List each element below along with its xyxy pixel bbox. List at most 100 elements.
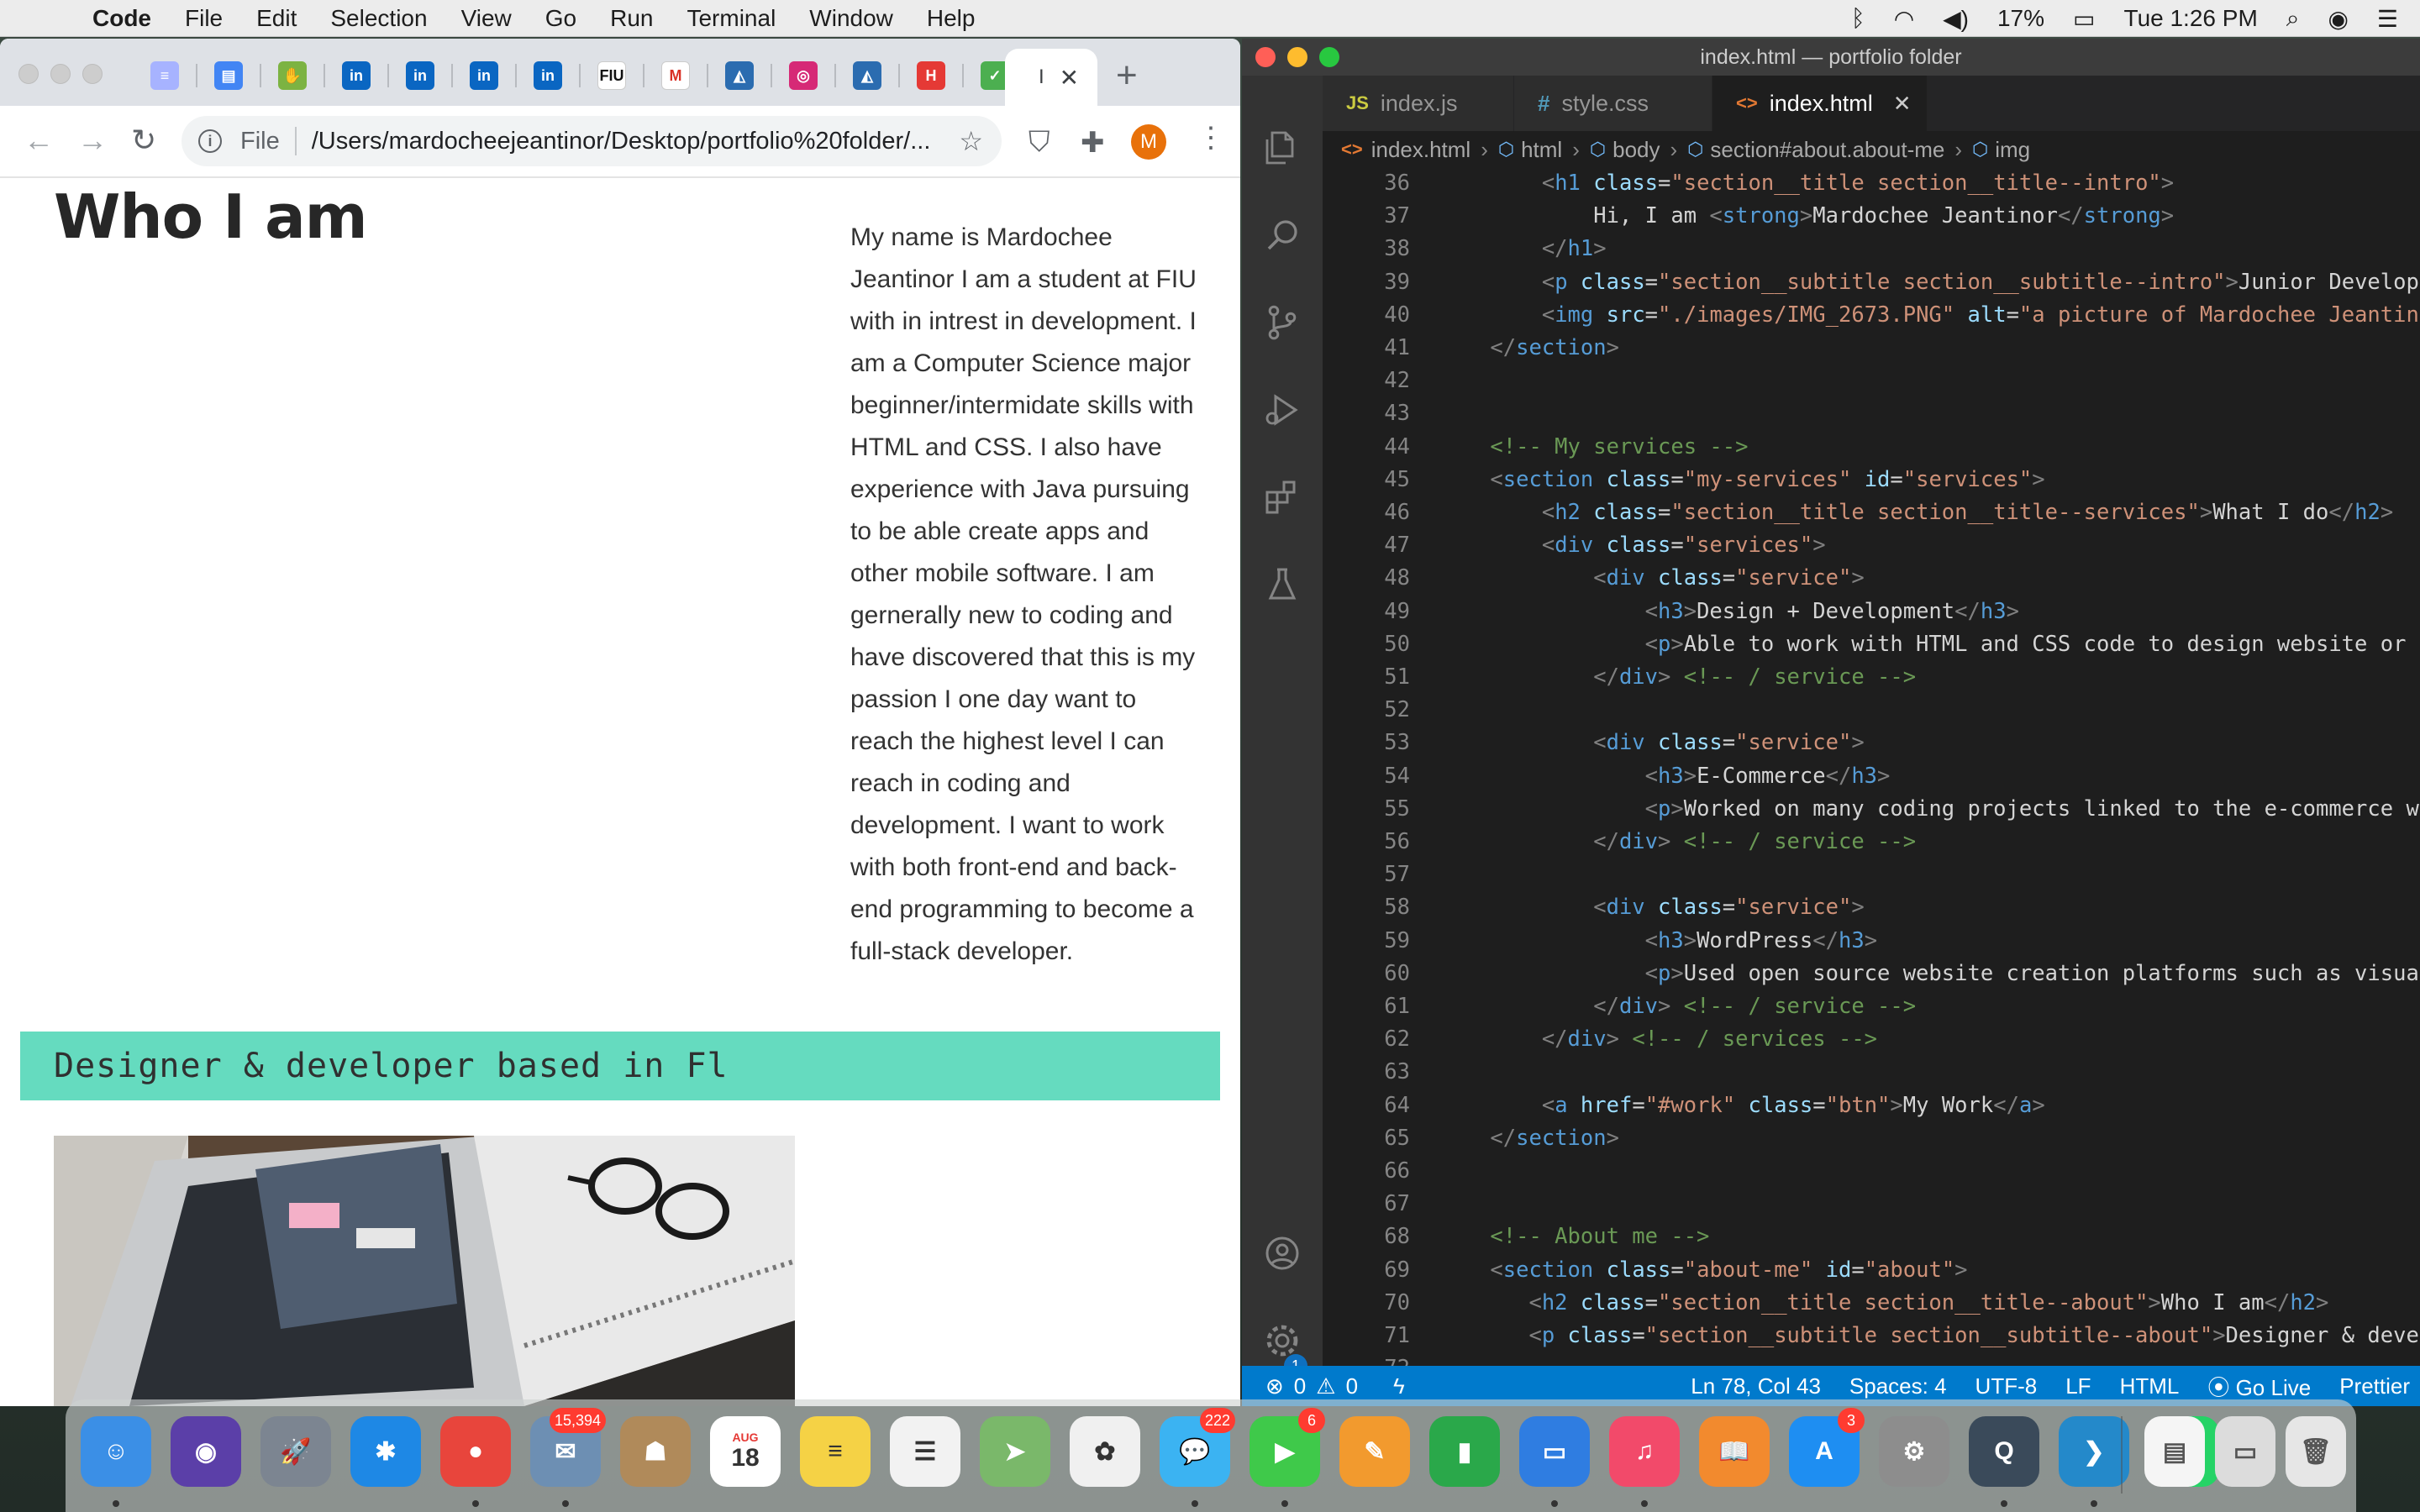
menu-terminal[interactable]: Terminal (687, 5, 776, 32)
encoding[interactable]: UTF-8 (1975, 1373, 2038, 1399)
tab-icon-linkedin-2[interactable]: in (397, 57, 453, 94)
site-info-icon[interactable]: i (198, 129, 222, 153)
breadcrumb-img[interactable]: img (1995, 137, 2030, 163)
prettier-status[interactable]: Prettier (2339, 1373, 2410, 1399)
tab-icon-bars[interactable]: ≡ (141, 57, 197, 94)
dock-documents-stack-icon[interactable]: ▤ (2144, 1416, 2205, 1487)
dock-siri-icon[interactable]: ◉ (171, 1416, 241, 1487)
dock-safari-icon[interactable]: ✱ (350, 1416, 421, 1487)
dock-contacts-icon[interactable]: ☗ (620, 1416, 691, 1487)
dock-keynote-icon[interactable]: ▭ (1519, 1416, 1590, 1487)
code-line[interactable]: 67 (1323, 1189, 2339, 1219)
tab-icon-instagram[interactable]: ◎ (780, 57, 836, 94)
battery-percent[interactable]: 17% (1997, 5, 2044, 32)
tab-icon-handshake-1[interactable]: ◭ (716, 57, 772, 94)
code-line[interactable]: 70 <h2 class="section__title section__ti… (1323, 1288, 2339, 1318)
dock-system-preferences-icon[interactable]: ⚙ (1879, 1416, 1949, 1487)
active-tab[interactable]: I ✕ (1005, 49, 1097, 106)
code-line[interactable]: 36 <h1 class="section__title section__ti… (1323, 168, 2339, 198)
code-line[interactable]: 50 <p>Able to work with HTML and CSS cod… (1323, 629, 2420, 659)
live-share-icon[interactable]: ϟ (1393, 1373, 1405, 1399)
code-line[interactable]: 65 </section> (1323, 1123, 2339, 1153)
tab-icon-fiu[interactable]: FIU (588, 57, 644, 94)
code-line[interactable]: 64 <a href="#work" class="btn">My Work</… (1323, 1090, 2339, 1121)
dock-pages-icon[interactable]: ✎ (1339, 1416, 1410, 1487)
dock-maps-icon[interactable]: ➤ (980, 1416, 1050, 1487)
go-live-button[interactable]: ⦿ Go Live (2207, 1371, 2311, 1402)
tab-close-icon[interactable]: ✕ (1060, 64, 1079, 92)
run-debug-icon[interactable] (1259, 386, 1306, 433)
tab-icon-linkedin-4[interactable]: in (524, 57, 581, 94)
vscode-minimize-button[interactable] (1287, 47, 1307, 67)
explorer-icon[interactable] (1259, 124, 1306, 171)
code-line[interactable]: 68 <!-- About me --> (1323, 1221, 2339, 1252)
menu-help[interactable]: Help (927, 5, 976, 32)
code-line[interactable]: 69 <section class="about-me" id="about"> (1323, 1255, 2339, 1285)
menu-selection[interactable]: Selection (330, 5, 427, 32)
battery-icon[interactable]: ▭ (2073, 5, 2095, 33)
tab-style-css[interactable]: # style.css (1514, 76, 1712, 131)
code-line[interactable]: 42 (1323, 365, 2339, 396)
tab-icon-google-docs[interactable]: ▤ (205, 57, 261, 94)
tab-close-icon[interactable]: ✕ (1893, 91, 1912, 117)
dock-chrome-icon[interactable]: ● (440, 1416, 511, 1487)
dock-calendar-icon[interactable]: AUG 18 (710, 1416, 781, 1487)
chrome-menu-icon[interactable]: ⋮ (1197, 121, 1225, 155)
code-line[interactable]: 39 <p class="section__subtitle section__… (1323, 267, 2420, 297)
code-line[interactable]: 60 <p>Used open source website creation … (1323, 958, 2420, 989)
code-line[interactable]: 38 </h1> (1323, 234, 2339, 264)
code-line[interactable]: 49 <h3>Design + Development</h3> (1323, 596, 2339, 627)
wifi-icon[interactable]: ◠ (1894, 5, 1914, 33)
dock-downloads-stack-icon[interactable]: ▭ (2215, 1416, 2275, 1487)
code-line[interactable]: 47 <div class="services"> (1323, 530, 2339, 560)
dock-notes-icon[interactable]: ≡ (800, 1416, 871, 1487)
volume-icon[interactable]: ◀) (1943, 5, 1969, 33)
bookmark-star-icon[interactable]: ☆ (959, 125, 983, 157)
code-line[interactable]: 53 <div class="service"> (1323, 727, 2339, 758)
notification-center-icon[interactable]: ☰ (2377, 5, 2398, 33)
tab-icon-handshake-2[interactable]: ◭ (844, 57, 900, 94)
code-line[interactable]: 41 </section> (1323, 333, 2339, 363)
tab-index-js[interactable]: JS index.js (1323, 76, 1514, 131)
code-line[interactable]: 56 </div> <!-- / service --> (1323, 827, 2339, 857)
menu-run[interactable]: Run (610, 5, 653, 32)
dock-mail-icon[interactable]: ✉ 15,394 (530, 1408, 606, 1487)
new-tab-button[interactable]: + (1116, 57, 1138, 94)
profile-avatar[interactable]: M (1131, 124, 1166, 160)
code-line[interactable]: 52 (1323, 695, 2339, 725)
dock-finder-icon[interactable]: ☺ (81, 1416, 151, 1487)
warning-count[interactable]: 0 (1346, 1373, 1358, 1399)
chrome-zoom-button[interactable] (82, 64, 103, 84)
dock-numbers-icon[interactable]: ▮ (1429, 1416, 1500, 1487)
siri-icon[interactable]: ◉ (2328, 5, 2348, 33)
code-line[interactable]: 54 <h3>E-Commerce</h3> (1323, 761, 2339, 791)
dock-photos-icon[interactable]: ✿ (1070, 1416, 1140, 1487)
code-line[interactable]: 63 (1323, 1057, 2339, 1087)
menu-file[interactable]: File (185, 5, 223, 32)
menu-go[interactable]: Go (545, 5, 576, 32)
vscode-close-button[interactable] (1255, 47, 1276, 67)
code-line[interactable]: 40 <img src="./images/IMG_2673.PNG" alt=… (1323, 300, 2420, 330)
reload-icon[interactable]: ↻ (131, 123, 156, 158)
warning-icon[interactable]: ⚠ (1316, 1373, 1335, 1399)
vscode-zoom-button[interactable] (1319, 47, 1339, 67)
code-line[interactable]: 44 <!-- My services --> (1323, 432, 2339, 462)
tab-index-html[interactable]: <> index.html ✕ (1712, 76, 1928, 131)
cursor-position[interactable]: Ln 78, Col 43 (1691, 1373, 1821, 1399)
testing-flask-icon[interactable] (1259, 561, 1306, 608)
error-icon[interactable]: ⊗ (1265, 1373, 1284, 1399)
menu-view[interactable]: View (461, 5, 512, 32)
address-bar[interactable]: i File /Users/mardocheejeantinor/Desktop… (182, 116, 1002, 166)
dock-quicktime-icon[interactable]: Q (1969, 1416, 2039, 1487)
tab-icon-red-app[interactable]: H (908, 57, 964, 94)
breadcrumb-html[interactable]: html (1521, 137, 1562, 163)
code-line[interactable]: 37 Hi, I am <strong>Mardochee Jeantinor<… (1323, 201, 2339, 231)
dock-music-icon[interactable]: ♫ (1609, 1416, 1680, 1487)
breadcrumb-body[interactable]: body (1612, 137, 1660, 163)
dock-facetime-icon[interactable]: ▶ 6 (1249, 1408, 1325, 1487)
dock-vscode-icon[interactable]: ❯ (2059, 1416, 2129, 1487)
dock-reminders-icon[interactable]: ☰ (890, 1416, 960, 1487)
menu-window[interactable]: Window (809, 5, 893, 32)
extensions-icon[interactable] (1259, 474, 1306, 521)
code-line[interactable]: 61 </div> <!-- / service --> (1323, 991, 2339, 1021)
